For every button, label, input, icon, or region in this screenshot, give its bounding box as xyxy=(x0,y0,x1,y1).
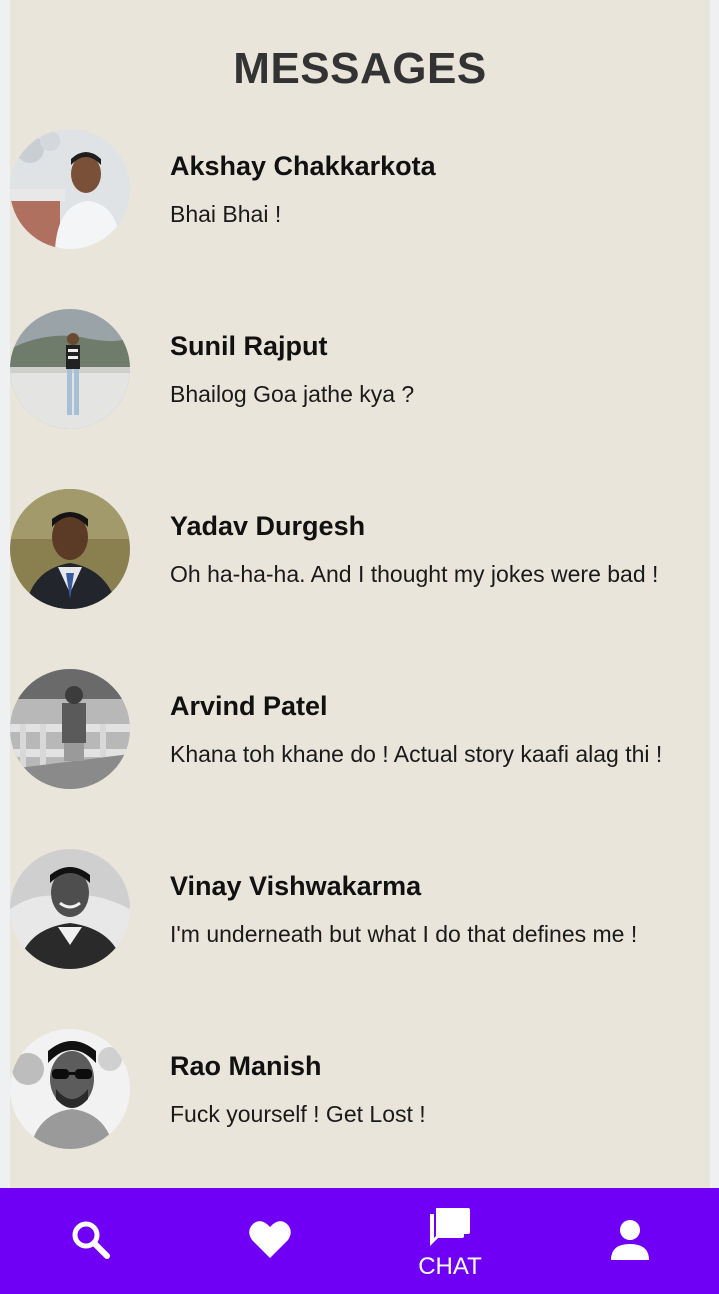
avatar xyxy=(10,489,130,609)
nav-chat-label: CHAT xyxy=(418,1252,482,1280)
message-item[interactable]: Yadav Durgesh Oh ha-ha-ha. And I thought… xyxy=(10,489,710,609)
nav-chat-button[interactable]: CHAT xyxy=(370,1188,530,1294)
contact-name: Arvind Patel xyxy=(170,691,328,721)
avatar xyxy=(10,309,130,429)
contact-name: Akshay Chakkarkota xyxy=(170,151,436,181)
message-preview: I'm underneath but what I do that define… xyxy=(170,921,638,947)
message-item[interactable]: Akshay Chakkarkota Bhai Bhai ! xyxy=(10,129,710,249)
avatar xyxy=(10,129,130,249)
contact-name: Sunil Rajput xyxy=(170,331,328,361)
message-item[interactable]: Sunil Rajput Bhailog Goa jathe kya ? xyxy=(10,309,710,429)
contact-name: Vinay Vishwakarma xyxy=(170,871,422,901)
message-preview: Bhai Bhai ! xyxy=(170,201,282,227)
message-item[interactable]: Arvind Patel Khana toh khane do ! Actual… xyxy=(10,669,710,789)
messages-panel: MESSAGES Akshay Chakkarkota Bhai Bhai ! xyxy=(10,0,710,1188)
chat-icon xyxy=(428,1202,472,1251)
contact-name: Yadav Durgesh xyxy=(170,511,366,541)
avatar xyxy=(10,669,130,789)
nav-profile-button[interactable] xyxy=(550,1188,710,1294)
nav-search-button[interactable] xyxy=(10,1188,170,1294)
avatar xyxy=(10,1029,130,1149)
message-preview: Fuck yourself ! Get Lost ! xyxy=(170,1101,426,1127)
heart-icon xyxy=(248,1219,292,1264)
page-title: MESSAGES xyxy=(233,44,487,93)
message-preview: Oh ha-ha-ha. And I thought my jokes were… xyxy=(170,561,659,587)
message-preview: Khana toh khane do ! Actual story kaafi … xyxy=(170,741,663,767)
search-icon xyxy=(69,1218,111,1265)
contact-name: Rao Manish xyxy=(170,1051,322,1081)
bottom-navigation: CHAT xyxy=(0,1188,719,1294)
profile-icon xyxy=(609,1218,651,1265)
message-item[interactable]: Rao Manish Fuck yourself ! Get Lost ! xyxy=(10,1029,710,1149)
message-preview: Bhailog Goa jathe kya ? xyxy=(170,381,415,407)
avatar xyxy=(10,849,130,969)
nav-favorites-button[interactable] xyxy=(190,1188,350,1294)
message-item[interactable]: Vinay Vishwakarma I'm underneath but wha… xyxy=(10,849,710,969)
